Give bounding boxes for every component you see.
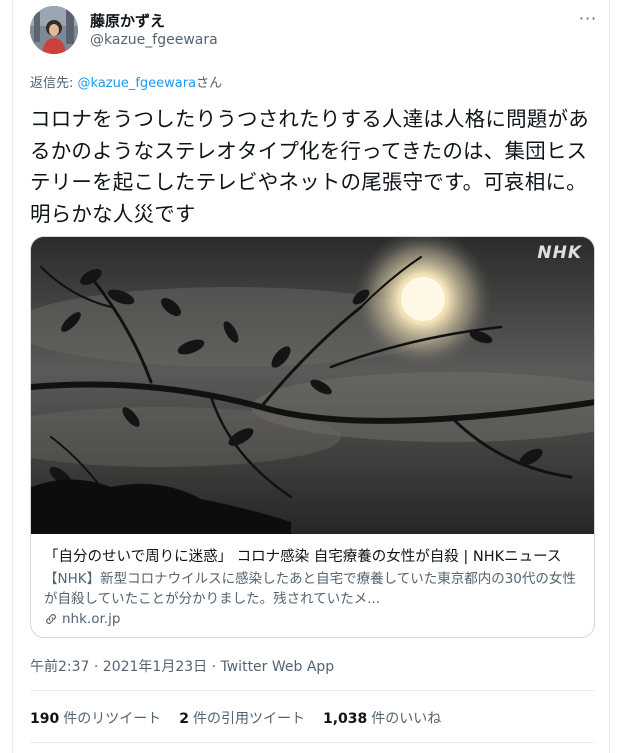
reply-prefix: 返信先: [30,76,78,91]
divider-top [30,690,595,691]
card-image: NHK [31,237,594,534]
avatar[interactable] [30,6,78,54]
sky-branches-image [31,237,594,534]
quotes-label: 件の引用ツイート [192,711,305,727]
more-options-icon[interactable]: ··· [574,10,602,32]
avatar-image [30,6,78,54]
link-icon [46,614,56,624]
tweet-meta: 午前2:37 · 2021年1月23日 · Twitter Web App [30,656,334,676]
reply-context: 返信先: @kazue_fgeewaraさん [30,72,222,91]
display-name[interactable]: 藤原かずえ [90,10,165,31]
retweets-label: 件のリツイート [63,711,162,727]
card-domain-text: nhk.or.jp [62,611,121,627]
link-card[interactable]: NHK 「自分のせいで周りに迷惑」 コロナ感染 自宅療養の女性が自殺 | NHK… [30,236,595,638]
quotes-stat[interactable]: 2 件の引用ツイート [179,708,305,728]
retweets-count: 190 [30,711,60,727]
engagement-stats: 190 件のリツイート 2 件の引用ツイート 1,038 件のいいね [30,708,441,728]
reply-suffix: さん [196,76,223,91]
source-label[interactable]: Twitter Web App [221,659,335,675]
timestamp[interactable]: 午前2:37 · 2021年1月23日 [30,659,207,675]
quotes-count: 2 [179,711,189,727]
card-domain[interactable]: nhk.or.jp [44,611,120,627]
card-title[interactable]: 「自分のせいで周りに迷惑」 コロナ感染 自宅療養の女性が自殺 | NHKニュース [44,545,589,566]
divider-bottom [30,742,595,743]
likes-label: 件のいいね [371,711,442,727]
likes-stat[interactable]: 1,038 件のいいね [323,708,441,728]
retweets-stat[interactable]: 190 件のリツイート [30,708,161,728]
user-handle[interactable]: @kazue_fgeewara [90,32,218,48]
meta-separator: · [207,659,221,675]
reply-mention-link[interactable]: @kazue_fgeewara [78,76,197,91]
card-description: 【NHK】新型コロナウイルスに感染したあと自宅で療養していた東京都内の30代の女… [44,571,576,607]
tweet-text: コロナをうつしたりうつされたりする人達は人格に問題があるかのようなステレオタイプ… [30,107,589,226]
likes-count: 1,038 [322,711,368,727]
nhk-watermark: NHK [537,243,582,263]
